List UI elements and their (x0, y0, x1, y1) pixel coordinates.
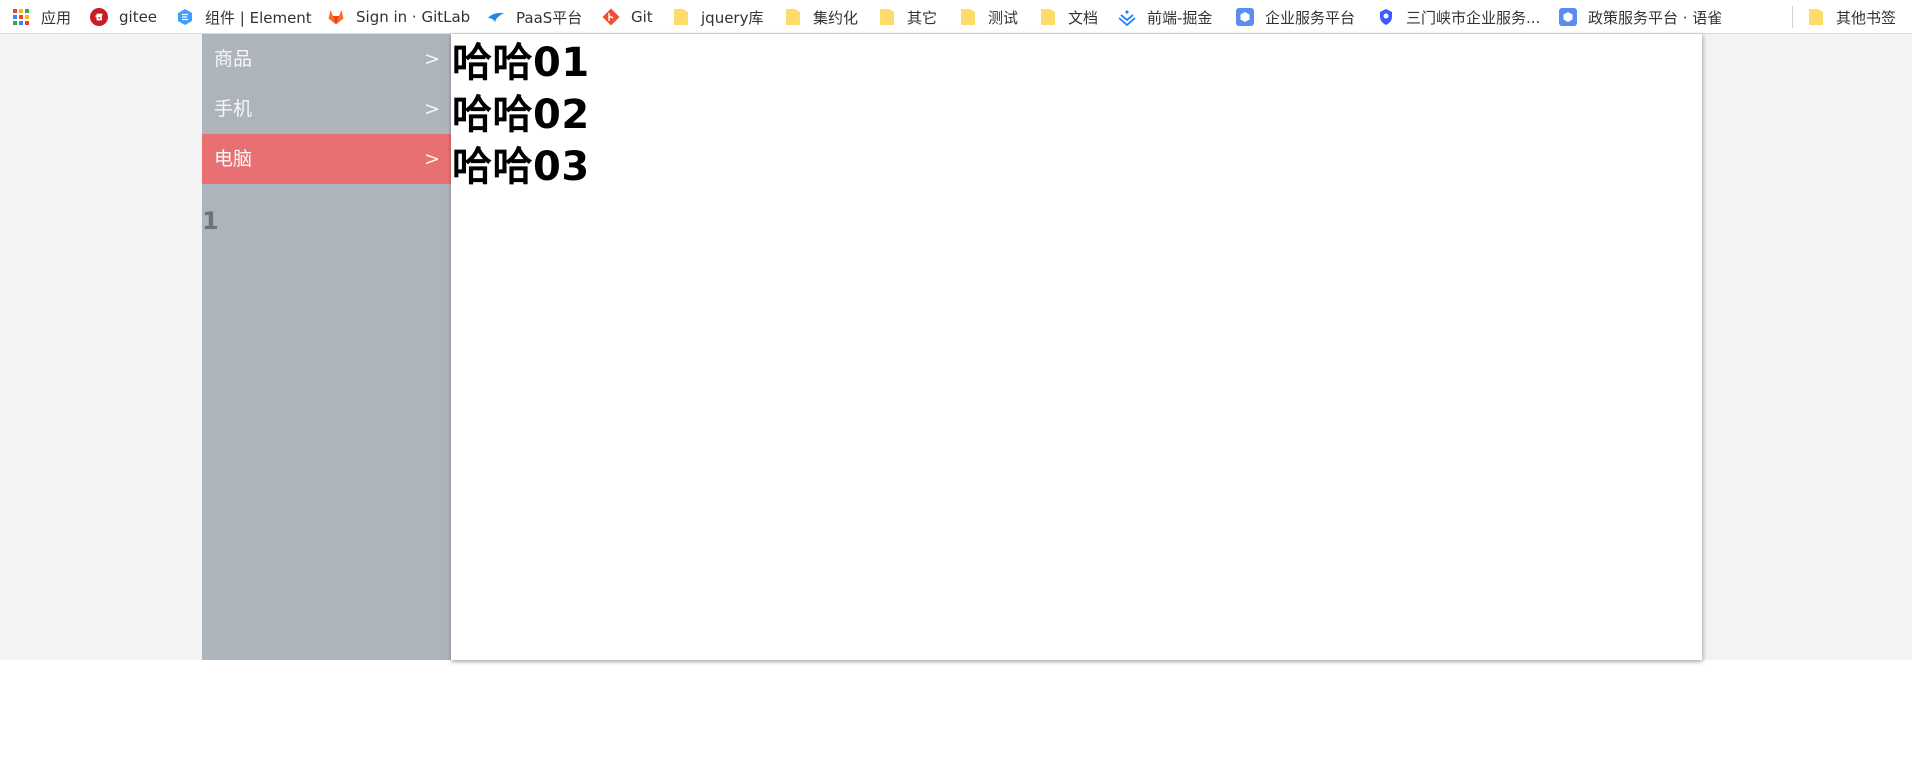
bookmark-enterprise-platform[interactable]: 企业服务平台 (1236, 0, 1355, 34)
sidebar-item-label: 商品 (214, 48, 253, 70)
apps-grid-icon (12, 8, 30, 26)
git-icon (602, 8, 620, 26)
bookmark-juejin[interactable]: 前端-掘金 (1118, 0, 1212, 34)
bookmark-label: PaaS平台 (516, 8, 583, 27)
bookmark-label: 前端-掘金 (1147, 8, 1213, 27)
sidebar-item-computer[interactable]: 电脑 > (202, 134, 451, 184)
folder-icon (784, 8, 802, 26)
bookmark-jiyuehua-folder[interactable]: 集约化 (784, 0, 858, 34)
bookmark-sanmenxia[interactable]: 三门峡市企业服务... (1377, 0, 1540, 34)
bookmark-label: 其他书签 (1836, 8, 1897, 27)
bookmark-label: 集约化 (813, 8, 859, 27)
cube-icon (1559, 8, 1577, 26)
folder-icon (878, 8, 896, 26)
bookmark-label: 企业服务平台 (1265, 8, 1356, 27)
sidebar-item-label: 手机 (214, 98, 253, 120)
bookmark-label: jquery库 (701, 8, 764, 27)
cube-icon (1236, 8, 1254, 26)
bookmarks-bar: 应用 gitee 组件 | Element Sign in · GitLab P… (0, 0, 1912, 34)
bookmark-label: 文档 (1068, 8, 1099, 27)
bookmark-other-folder[interactable]: 其它 (878, 0, 937, 34)
content-heading: 哈哈01 (452, 40, 590, 86)
sidebar: 商品 > 手机 > 电脑 > (202, 34, 451, 660)
folder-icon (959, 8, 977, 26)
element-icon (176, 8, 194, 26)
bookmark-policy-yuque[interactable]: 政策服务平台 · 语雀 (1559, 0, 1722, 34)
folder-icon (672, 8, 690, 26)
folder-icon (1807, 8, 1825, 26)
content-heading: 哈哈03 (452, 144, 590, 190)
bookmark-paas[interactable]: PaaS平台 (487, 0, 582, 34)
bookmark-element[interactable]: 组件 | Element (176, 0, 312, 34)
bookmark-docs-folder[interactable]: 文档 (1039, 0, 1098, 34)
sidebar-number: 1 (202, 207, 219, 235)
bookmark-label: 政策服务平台 · 语雀 (1588, 8, 1723, 27)
bookmark-git[interactable]: Git (602, 0, 653, 34)
other-bookmarks-folder[interactable]: 其他书签 (1807, 0, 1896, 34)
sidebar-item-goods[interactable]: 商品 > (202, 34, 451, 84)
gitlab-icon (327, 8, 345, 26)
gitee-icon (90, 8, 108, 26)
bookmark-label: Git (631, 8, 653, 26)
bookmark-label: 三门峡市企业服务... (1406, 8, 1541, 27)
content-heading: 哈哈02 (452, 92, 590, 138)
bookmark-label: 应用 (41, 8, 72, 27)
bookmark-test-folder[interactable]: 测试 (959, 0, 1018, 34)
bookmark-label: Sign in · GitLab (356, 8, 471, 26)
paas-icon (487, 8, 505, 26)
chevron-right-icon: > (424, 148, 440, 170)
content-panel: 哈哈01 哈哈02 哈哈03 (451, 34, 1702, 660)
juejin-icon (1118, 8, 1136, 26)
shield-icon (1377, 8, 1395, 26)
bookmarks-divider (1792, 6, 1793, 28)
bookmark-label: 其它 (907, 8, 938, 27)
bookmark-apps[interactable]: 应用 (12, 0, 71, 34)
sidebar-item-phone[interactable]: 手机 > (202, 84, 451, 134)
bookmark-label: 组件 | Element (205, 8, 312, 27)
chevron-right-icon: > (424, 98, 440, 120)
bookmark-gitee[interactable]: gitee (90, 0, 157, 34)
bookmark-gitlab[interactable]: Sign in · GitLab (327, 0, 470, 34)
bookmark-jquery-folder[interactable]: jquery库 (672, 0, 763, 34)
bookmark-label: 测试 (988, 8, 1019, 27)
bookmark-label: gitee (119, 8, 158, 26)
sidebar-item-label: 电脑 (214, 148, 253, 170)
chevron-right-icon: > (424, 48, 440, 70)
folder-icon (1039, 8, 1057, 26)
